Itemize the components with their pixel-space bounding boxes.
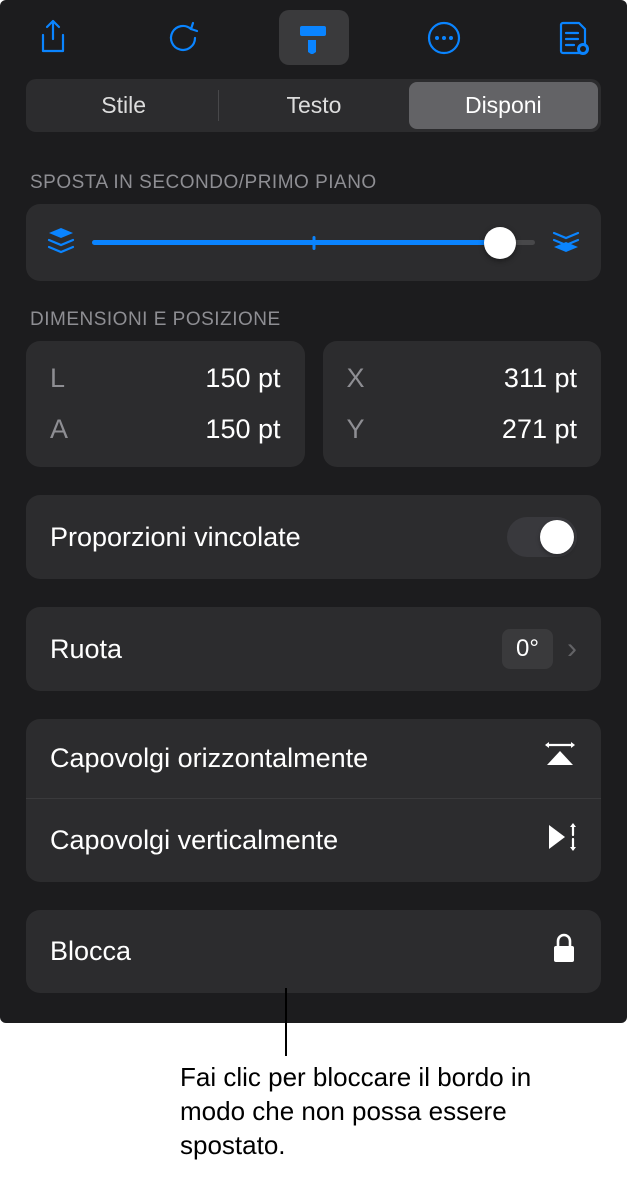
y-field[interactable]: Y 271 pt bbox=[347, 404, 578, 455]
width-value: 150 pt bbox=[205, 363, 280, 394]
tab-style[interactable]: Stile bbox=[29, 82, 218, 129]
format-inspector-panel: Stile Testo Disponi SPOSTA IN SECONDO/PR… bbox=[0, 0, 627, 1023]
callout-leader-line bbox=[285, 988, 287, 1056]
document-settings-button[interactable] bbox=[539, 10, 609, 65]
flip-v-label: Capovolgi verticalmente bbox=[50, 825, 338, 856]
height-field[interactable]: A 150 pt bbox=[50, 404, 281, 455]
size-position-grid: L 150 pt A 150 pt X 311 pt Y 271 pt bbox=[26, 341, 601, 467]
share-button[interactable] bbox=[18, 10, 88, 65]
constrain-toggle[interactable] bbox=[507, 517, 577, 557]
top-toolbar bbox=[0, 0, 627, 79]
send-to-back-icon[interactable] bbox=[46, 226, 76, 259]
flip-vertical-icon bbox=[547, 821, 577, 860]
height-value: 150 pt bbox=[205, 414, 280, 445]
y-value: 271 pt bbox=[502, 414, 577, 445]
size-pos-title: DIMENSIONI E POSIZIONE bbox=[30, 309, 601, 331]
undo-button[interactable] bbox=[148, 10, 218, 65]
format-button[interactable] bbox=[279, 10, 349, 65]
lock-label: Blocca bbox=[50, 936, 131, 967]
flip-horizontal-row[interactable]: Capovolgi orizzontalmente bbox=[26, 719, 601, 798]
size-column: L 150 pt A 150 pt bbox=[26, 341, 305, 467]
y-label: Y bbox=[347, 414, 365, 445]
x-value: 311 pt bbox=[504, 363, 577, 394]
x-label: X bbox=[347, 363, 365, 394]
position-column: X 311 pt Y 271 pt bbox=[323, 341, 602, 467]
height-label: A bbox=[50, 414, 68, 445]
x-field[interactable]: X 311 pt bbox=[347, 353, 578, 404]
flip-vertical-row[interactable]: Capovolgi verticalmente bbox=[26, 798, 601, 882]
rotate-row[interactable]: Ruota 0° › bbox=[26, 607, 601, 691]
lock-icon bbox=[551, 932, 577, 971]
inspector-tabs: Stile Testo Disponi bbox=[26, 79, 601, 132]
flip-h-label: Capovolgi orizzontalmente bbox=[50, 743, 368, 774]
move-section-title: SPOSTA IN SECONDO/PRIMO PIANO bbox=[30, 172, 601, 194]
constrain-label: Proporzioni vincolate bbox=[50, 522, 301, 553]
layer-order-slider[interactable] bbox=[92, 240, 535, 246]
rotate-value: 0° bbox=[502, 629, 553, 669]
more-button[interactable] bbox=[409, 10, 479, 65]
callout: Fai clic per bloccare il bordo in modo c… bbox=[0, 1023, 627, 1182]
layer-order-slider-card bbox=[26, 204, 601, 281]
width-field[interactable]: L 150 pt bbox=[50, 353, 281, 404]
slider-thumb[interactable] bbox=[484, 227, 516, 259]
width-label: L bbox=[50, 363, 65, 394]
flip-horizontal-icon bbox=[543, 741, 577, 776]
lock-row[interactable]: Blocca bbox=[26, 910, 601, 993]
bring-to-front-icon[interactable] bbox=[551, 226, 581, 259]
tab-arrange[interactable]: Disponi bbox=[409, 82, 598, 129]
constrain-proportions-row: Proporzioni vincolate bbox=[26, 495, 601, 579]
tab-text[interactable]: Testo bbox=[219, 82, 408, 129]
rotate-label: Ruota bbox=[50, 634, 122, 665]
callout-text: Fai clic per bloccare il bordo in modo c… bbox=[0, 1023, 600, 1162]
chevron-right-icon: › bbox=[567, 632, 577, 666]
